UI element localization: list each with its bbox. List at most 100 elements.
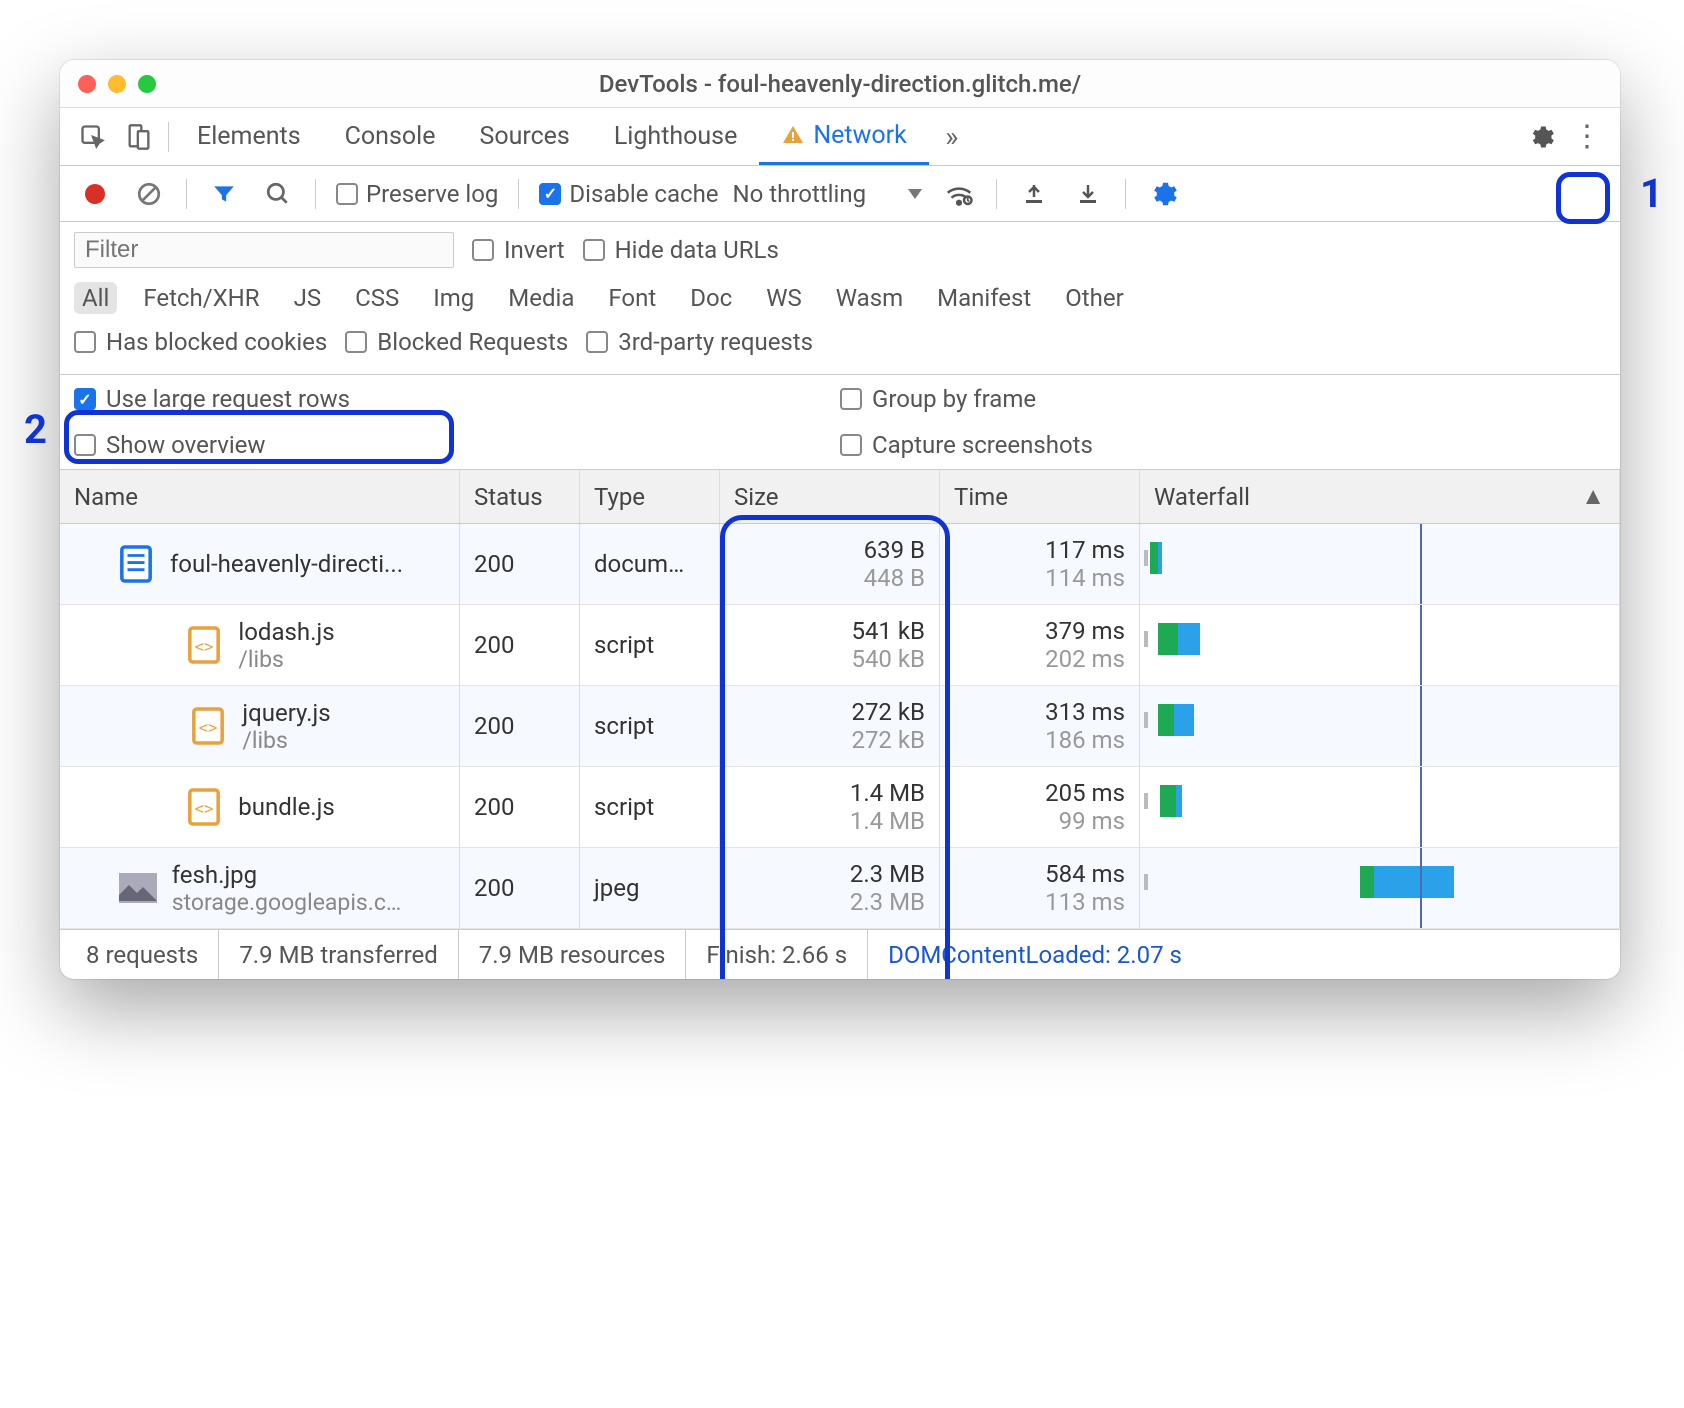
kebab-menu-icon[interactable]: ⋮ [1564, 108, 1610, 165]
cell-waterfall [1140, 686, 1620, 766]
chip-media[interactable]: Media [500, 282, 582, 314]
tab-lighthouse[interactable]: Lighthouse [592, 108, 760, 165]
cell-type: script [580, 767, 720, 847]
cell-status: 200 [460, 767, 580, 847]
tab-network-label: Network [813, 121, 906, 150]
callout-label-2: 2 [24, 406, 47, 453]
table-row[interactable]: <>jquery.js/libs200script272 kB272 kB313… [60, 686, 1620, 767]
minimize-window-button[interactable] [108, 75, 126, 93]
preserve-log-checkbox[interactable] [336, 183, 358, 205]
blocked-requests-toggle[interactable]: Blocked Requests [345, 328, 568, 356]
filter-icon[interactable] [201, 166, 247, 221]
disable-cache-toggle[interactable]: Disable cache [533, 180, 724, 208]
cell-status: 200 [460, 848, 580, 928]
cell-time: 584 ms113 ms [940, 848, 1140, 928]
maximize-window-button[interactable] [138, 75, 156, 93]
more-tabs-icon[interactable]: » [929, 108, 975, 165]
invert-toggle[interactable]: Invert [472, 236, 565, 264]
request-name: lodash.js [238, 618, 334, 646]
settings-gear-icon[interactable] [1518, 108, 1564, 165]
chip-ws[interactable]: WS [758, 282, 810, 314]
chip-manifest[interactable]: Manifest [929, 282, 1039, 314]
cell-waterfall [1140, 524, 1620, 604]
throttling-select[interactable]: No throttling [733, 180, 929, 208]
tab-console[interactable]: Console [323, 108, 458, 165]
window-controls [78, 75, 156, 93]
chip-fetchxhr[interactable]: Fetch/XHR [135, 282, 267, 314]
cell-time: 117 ms114 ms [940, 524, 1140, 604]
chip-img[interactable]: Img [425, 282, 482, 314]
tab-elements[interactable]: Elements [175, 108, 323, 165]
titlebar: DevTools - foul-heavenly-direction.glitc… [60, 60, 1620, 108]
device-toggle-icon[interactable] [116, 108, 162, 165]
table-row[interactable]: fesh.jpgstorage.googleapis.c…200jpeg2.3 … [60, 848, 1620, 929]
status-finish: Finish: 2.66 s [686, 930, 868, 979]
tab-network[interactable]: Network [759, 108, 928, 165]
close-window-button[interactable] [78, 75, 96, 93]
col-size[interactable]: Size [720, 470, 940, 523]
chip-css[interactable]: CSS [347, 282, 407, 314]
group-by-frame-toggle[interactable]: Group by frame [840, 385, 1606, 413]
chevron-down-icon [908, 189, 922, 199]
request-path: storage.googleapis.c… [172, 889, 402, 916]
filter-input[interactable] [74, 232, 454, 268]
cell-type: jpeg [580, 848, 720, 928]
status-requests: 8 requests [66, 930, 219, 979]
table-row[interactable]: <>lodash.js/libs200script541 kB540 kB379… [60, 605, 1620, 686]
hide-data-urls-toggle[interactable]: Hide data URLs [583, 236, 779, 264]
devtools-window: DevTools - foul-heavenly-direction.glitc… [60, 60, 1620, 979]
show-overview-toggle[interactable]: Show overview [74, 431, 840, 459]
chip-all[interactable]: All [74, 282, 117, 314]
request-path: /libs [238, 646, 334, 673]
network-settings-gear-icon[interactable] [1140, 166, 1186, 221]
svg-text:<>: <> [195, 800, 214, 818]
col-waterfall[interactable]: Waterfall▲ [1140, 470, 1620, 523]
resource-type-chips: All Fetch/XHR JS CSS Img Media Font Doc WS Wasm Ma… [74, 278, 1606, 324]
capture-screenshots-toggle[interactable]: Capture screenshots [840, 431, 1606, 459]
export-har-icon[interactable] [1065, 166, 1111, 221]
divider [168, 122, 169, 152]
table-row[interactable]: foul-heavenly-directi...200docum…639 B44… [60, 524, 1620, 605]
record-icon[interactable] [72, 166, 118, 221]
cell-waterfall [1140, 605, 1620, 685]
col-type[interactable]: Type [580, 470, 720, 523]
requests-table: Name Status Type Size Time Waterfall▲ fo… [60, 470, 1620, 929]
window-title: DevTools - foul-heavenly-direction.glitc… [60, 70, 1620, 98]
use-large-rows-toggle[interactable]: Use large request rows [74, 385, 840, 413]
cell-size: 541 kB540 kB [720, 605, 940, 685]
clear-icon[interactable] [126, 166, 172, 221]
inspect-icon[interactable] [70, 108, 116, 165]
cell-status: 200 [460, 524, 580, 604]
chip-js[interactable]: JS [286, 282, 330, 314]
col-name[interactable]: Name [60, 470, 460, 523]
network-conditions-icon[interactable] [936, 166, 982, 221]
status-bar: 8 requests 7.9 MB transferred 7.9 MB res… [60, 929, 1620, 979]
cell-waterfall [1140, 848, 1620, 928]
tab-sources[interactable]: Sources [457, 108, 591, 165]
main-tabs: Elements Console Sources Lighthouse Netw… [60, 108, 1620, 166]
network-settings-pane: Use large request rows Group by frame Sh… [60, 375, 1620, 470]
cell-time: 205 ms99 ms [940, 767, 1140, 847]
chip-wasm[interactable]: Wasm [828, 282, 911, 314]
cell-waterfall [1140, 767, 1620, 847]
svg-text:<>: <> [199, 719, 218, 737]
disable-cache-checkbox[interactable] [539, 183, 561, 205]
table-row[interactable]: <>bundle.js200script1.4 MB1.4 MB205 ms99… [60, 767, 1620, 848]
col-time[interactable]: Time [940, 470, 1140, 523]
status-transferred: 7.9 MB transferred [219, 930, 458, 979]
has-blocked-cookies-toggle[interactable]: Has blocked cookies [74, 328, 327, 356]
col-status[interactable]: Status [460, 470, 580, 523]
third-party-toggle[interactable]: 3rd-party requests [586, 328, 813, 356]
js-icon: <> [188, 704, 228, 748]
status-resources: 7.9 MB resources [459, 930, 687, 979]
import-har-icon[interactable] [1011, 166, 1057, 221]
preserve-log-toggle[interactable]: Preserve log [330, 180, 504, 208]
cell-type: script [580, 605, 720, 685]
chip-other[interactable]: Other [1057, 282, 1131, 314]
cell-type: docum… [580, 524, 720, 604]
chip-font[interactable]: Font [600, 282, 664, 314]
chip-doc[interactable]: Doc [682, 282, 740, 314]
svg-text:<>: <> [195, 638, 214, 656]
search-icon[interactable] [255, 166, 301, 221]
cell-size: 1.4 MB1.4 MB [720, 767, 940, 847]
